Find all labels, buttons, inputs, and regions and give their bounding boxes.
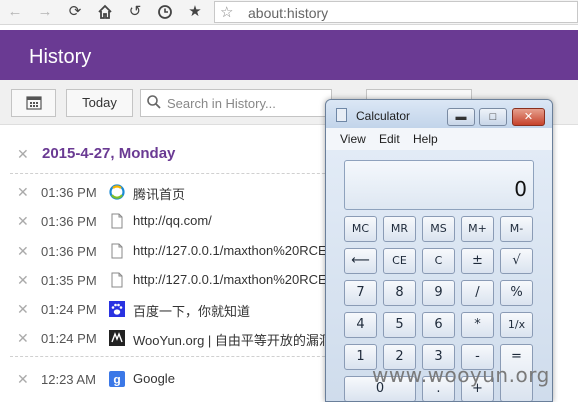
delete-entry-icon[interactable]: ✕ xyxy=(17,243,29,260)
svg-text:g: g xyxy=(113,373,120,387)
entry-time: 01:24 PM xyxy=(41,331,97,346)
key-8[interactable]: 8 xyxy=(383,280,416,306)
delete-day-icon[interactable]: ✕ xyxy=(17,146,29,163)
history-clock-icon[interactable] xyxy=(155,2,175,22)
forward-icon[interactable]: → xyxy=(35,2,55,22)
menu-view[interactable]: View xyxy=(340,132,366,146)
delete-entry-icon[interactable]: ✕ xyxy=(17,272,29,289)
undo-close-icon[interactable]: ↺ xyxy=(125,2,145,22)
entry-title[interactable]: http://127.0.0.1/maxthon%20RCE% xyxy=(133,243,338,258)
delete-entry-icon[interactable]: ✕ xyxy=(17,371,29,388)
key-multiply[interactable]: * xyxy=(461,312,494,338)
menu-edit[interactable]: Edit xyxy=(379,132,400,146)
key-9[interactable]: 9 xyxy=(422,280,455,306)
delete-entry-icon[interactable]: ✕ xyxy=(17,301,29,318)
calculator-display: 0 xyxy=(344,160,534,210)
key-divide[interactable]: / xyxy=(461,280,494,306)
calendar-button[interactable] xyxy=(11,89,56,117)
calendar-icon xyxy=(25,96,42,110)
address-url[interactable]: about:history xyxy=(248,5,328,21)
calculator-title: Calculator xyxy=(356,109,411,123)
key-m-plus[interactable]: M+ xyxy=(461,216,494,242)
today-button[interactable]: Today xyxy=(66,89,133,117)
home-icon[interactable] xyxy=(95,2,115,22)
history-search-input[interactable]: Search in History... xyxy=(140,89,332,117)
maximize-icon[interactable]: □ xyxy=(479,108,507,126)
entry-title[interactable]: 百度一下，你就知道 xyxy=(133,301,250,320)
delete-entry-icon[interactable]: ✕ xyxy=(17,213,29,230)
key-reciprocal[interactable]: 1/x xyxy=(500,312,533,338)
key-sqrt[interactable]: √ xyxy=(500,248,533,274)
date-divider xyxy=(10,356,340,357)
delete-entry-icon[interactable]: ✕ xyxy=(17,330,29,347)
key-4[interactable]: 4 xyxy=(344,312,377,338)
key-m-minus[interactable]: M- xyxy=(500,216,533,242)
entry-time: 01:36 PM xyxy=(41,185,97,200)
key-mc[interactable]: MC xyxy=(344,216,377,242)
entry-title[interactable]: Google xyxy=(133,371,175,386)
baidu-favicon-icon xyxy=(109,301,125,317)
tencent-favicon-icon xyxy=(109,184,125,200)
search-placeholder: Search in History... xyxy=(167,96,276,111)
key-plus-minus[interactable]: ± xyxy=(461,248,494,274)
entry-time: 01:35 PM xyxy=(41,273,97,288)
key-ms[interactable]: MS xyxy=(422,216,455,242)
key-5[interactable]: 5 xyxy=(383,312,416,338)
calculator-titlebar[interactable]: Calculator ▬ □ ✕ xyxy=(326,100,552,128)
browser-toolbar: ← → ⟳ ↺ ★ ☆ about:history xyxy=(0,0,578,25)
entry-title[interactable]: http://qq.com/ xyxy=(133,213,212,228)
page-icon xyxy=(111,243,123,259)
page-icon xyxy=(111,213,123,229)
address-bar[interactable]: ☆ about:history xyxy=(214,1,578,23)
page-title: History xyxy=(29,46,92,68)
bookmark-star-icon[interactable]: ☆ xyxy=(220,3,233,21)
entry-title[interactable]: 腾讯首页 xyxy=(133,184,185,203)
key-7[interactable]: 7 xyxy=(344,280,377,306)
entry-time: 01:24 PM xyxy=(41,302,97,317)
key-ce[interactable]: CE xyxy=(383,248,416,274)
page-icon xyxy=(111,272,123,288)
date-divider xyxy=(10,173,340,174)
favorites-star-icon[interactable]: ★ xyxy=(185,2,205,22)
date-heading: 2015-4-27, Monday xyxy=(42,145,176,162)
search-icon xyxy=(147,95,161,109)
entry-title[interactable]: http://127.0.0.1/maxthon%20RCE% xyxy=(133,272,338,287)
menu-help[interactable]: Help xyxy=(413,132,438,146)
delete-entry-icon[interactable]: ✕ xyxy=(17,184,29,201)
wooyun-favicon-icon xyxy=(109,330,125,346)
back-icon[interactable]: ← xyxy=(5,2,25,22)
display-value: 0 xyxy=(514,177,527,201)
calculator-menubar: View Edit Help xyxy=(326,128,552,150)
key-6[interactable]: 6 xyxy=(422,312,455,338)
calculator-app-icon xyxy=(336,108,347,122)
entry-time: 12:23 AM xyxy=(41,372,96,387)
history-header: History xyxy=(0,30,578,80)
entry-title[interactable]: WooYun.org | 自由平等开放的漏洞 xyxy=(133,330,332,349)
entry-time: 01:36 PM xyxy=(41,244,97,259)
key-backspace[interactable]: ⟵ xyxy=(344,248,377,274)
watermark: www.wooyun.org xyxy=(372,363,550,387)
google-favicon-icon: g xyxy=(109,371,125,387)
entry-time: 01:36 PM xyxy=(41,214,97,229)
close-icon[interactable]: ✕ xyxy=(512,108,545,126)
key-percent[interactable]: % xyxy=(500,280,533,306)
calculator-window: Calculator ▬ □ ✕ View Edit Help 0 MC MR … xyxy=(325,99,553,402)
reload-icon[interactable]: ⟳ xyxy=(65,2,85,22)
key-mr[interactable]: MR xyxy=(383,216,416,242)
minimize-icon[interactable]: ▬ xyxy=(447,108,475,126)
key-c[interactable]: C xyxy=(422,248,455,274)
